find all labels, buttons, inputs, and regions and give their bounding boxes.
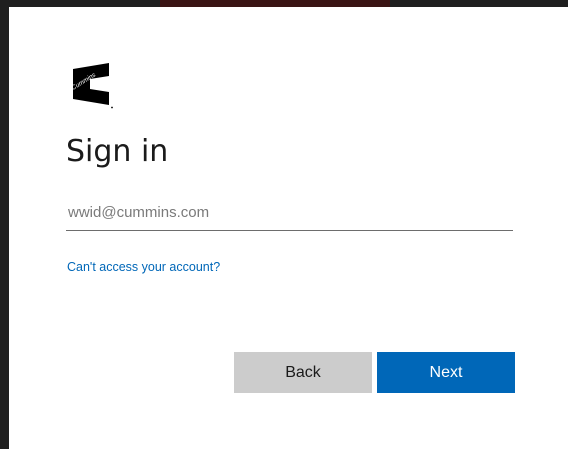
top-band-tint bbox=[160, 0, 390, 7]
window-left-edge bbox=[0, 0, 9, 449]
cant-access-account-link[interactable]: Can't access your account? bbox=[67, 260, 220, 274]
browser-top-band bbox=[0, 0, 568, 7]
back-button[interactable]: Back bbox=[234, 352, 372, 393]
cummins-logo: Cummins bbox=[70, 63, 113, 109]
signin-card: Cummins Sign in Can't access your accoun… bbox=[9, 7, 568, 449]
next-button[interactable]: Next bbox=[377, 352, 515, 393]
email-field[interactable] bbox=[66, 195, 513, 231]
page-title: Sign in bbox=[66, 134, 169, 169]
